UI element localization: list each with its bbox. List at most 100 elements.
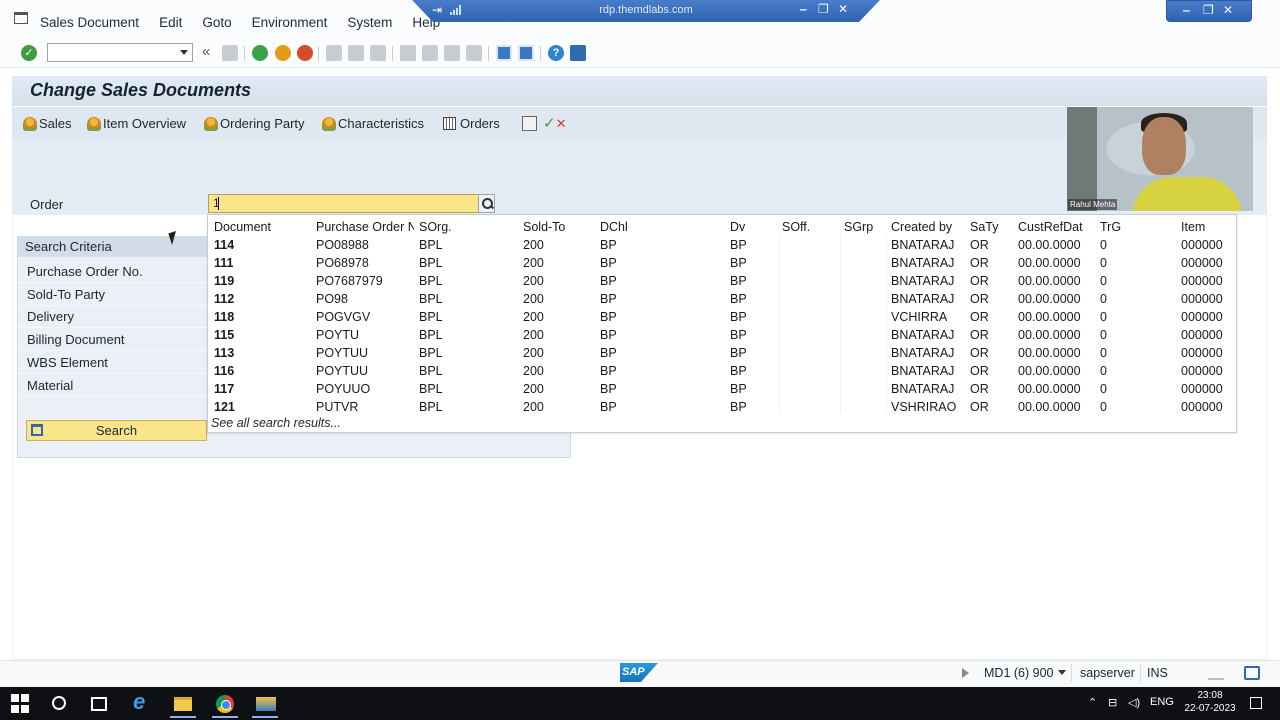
result-row[interactable]: 117 POYUUO BPL 200 BP BP BNATARAJ OR 00.00.0000 0… [208,379,1238,397]
windows-start-icon[interactable] [11,694,31,714]
criteria-purchase-order[interactable]: Purchase Order No. [18,261,208,283]
play-icon[interactable] [962,668,969,678]
restore-icon[interactable]: ❐ [818,2,829,16]
result-cell: 00.00.0000 [1018,364,1081,378]
collapse-icon[interactable]: « [202,43,218,60]
help-icon[interactable]: ? [548,45,564,61]
column-header[interactable]: Purchase Order N [316,220,414,234]
menu-system[interactable]: System [347,15,392,30]
shortcut-icon[interactable] [518,45,534,61]
result-cell: 000000 [1181,256,1223,270]
order-input[interactable]: 1 [208,194,480,213]
result-row[interactable]: 113 POYTUU BPL 200 BP BP BNATARAJ OR 00.00.0000 0… [208,343,1238,361]
result-row[interactable]: 119 PO7687979 BPL 200 BP BP BNATARAJ OR 00.00.00… [208,271,1238,289]
column-header[interactable]: SOrg. [419,220,452,234]
sales-button[interactable]: Sales [23,116,72,131]
exit-icon[interactable] [275,45,291,61]
chevron-down-icon[interactable] [1058,670,1066,675]
result-cell: 0 [1100,400,1107,414]
result-row[interactable]: 114 PO08988 BPL 200 BP BP BNATARAJ OR 00.00.0000… [208,235,1238,253]
result-cell: OR [970,382,989,396]
find-next-icon[interactable] [370,45,386,61]
menu-goto[interactable]: Goto [202,15,231,30]
back-icon[interactable] [252,45,268,61]
see-all-results-link[interactable]: See all search results... [211,416,341,430]
chevron-up-icon[interactable]: ⌃ [1088,696,1097,709]
print-icon[interactable] [326,45,342,61]
minimize-icon[interactable]: ‒ [1183,3,1190,17]
close-icon[interactable]: ✕ [1223,3,1233,17]
result-row[interactable]: 115 POYTU BPL 200 BP BP BNATARAJ OR 00.00.0000 0 0… [208,325,1238,343]
previous-page-icon[interactable] [422,45,438,61]
column-header[interactable]: SGrp [844,220,873,234]
menu-edit[interactable]: Edit [159,15,182,30]
window-controls: ‒ ❐ ✕ [1166,0,1252,22]
search-icon[interactable] [52,696,66,710]
restore-icon[interactable]: ❐ [1203,3,1214,17]
new-session-icon[interactable] [496,45,512,61]
minimize-icon[interactable]: ‒ [800,2,807,16]
close-icon[interactable]: ✕ [838,2,848,16]
characteristics-button[interactable]: Characteristics [322,116,424,131]
item-overview-button[interactable]: Item Overview [87,116,186,131]
criteria-sold-to-party[interactable]: Sold-To Party [18,284,208,306]
chevron-down-icon[interactable] [180,50,188,55]
column-header[interactable]: Sold-To [523,220,565,234]
column-header[interactable]: Item [1181,220,1205,234]
copy-icon[interactable] [522,116,537,131]
column-header[interactable]: TrG [1100,220,1121,234]
first-page-icon[interactable] [400,45,416,61]
criteria-material[interactable]: Material [18,375,208,397]
network-icon[interactable]: ⊟ [1108,696,1117,709]
find-icon[interactable] [348,45,364,61]
column-header[interactable]: SaTy [970,220,999,234]
internet-explorer-icon[interactable]: e [133,689,153,714]
criteria-billing-document[interactable]: Billing Document [18,329,208,351]
result-cell: VSHRIRAO [891,400,957,414]
criteria-wbs-element[interactable]: WBS Element [18,352,208,374]
result-row[interactable]: 118 POGVGV BPL 200 BP BP VCHIRRA OR 00.00.0000 0 0… [208,307,1238,325]
enter-icon[interactable]: ✓ [21,45,37,61]
notification-icon[interactable] [1250,697,1262,709]
result-cell: PUTVR [316,400,359,414]
column-header[interactable]: CustRefDat [1018,220,1083,234]
save-icon[interactable] [222,45,238,61]
check-delete-icon[interactable]: ✓✕ [543,114,566,132]
file-explorer-icon[interactable] [174,697,192,711]
menu-icon[interactable] [14,12,28,24]
results-header: Document Purchase Order N SOrg. Sold-To DChl… [208,217,1238,235]
lock-icon[interactable] [1244,666,1260,680]
input-mode[interactable]: INS [1147,666,1168,680]
ordering-party-button[interactable]: Ordering Party [204,116,305,131]
result-row[interactable]: 116 POYTUU BPL 200 BP BP BNATARAJ OR 00.00.0000 0… [208,361,1238,379]
task-view-icon[interactable] [91,697,107,711]
orders-button[interactable]: Orders [443,116,500,131]
next-page-icon[interactable] [444,45,460,61]
cancel-icon[interactable] [297,45,313,61]
binoculars-icon [31,424,43,436]
command-field[interactable] [47,43,193,62]
result-row[interactable]: 112 PO98 BPL 200 BP BP BNATARAJ OR 00.00.0000 0 00… [208,289,1238,307]
menu-environment[interactable]: Environment [252,15,328,30]
chrome-icon[interactable] [216,695,234,713]
column-header[interactable]: Created by [891,220,952,234]
column-header[interactable]: Document [214,220,271,234]
menu-sales-document[interactable]: Sales Document [40,15,139,30]
result-row[interactable]: 111 PO68978 BPL 200 BP BP BNATARAJ OR 00.00.0000… [208,253,1238,271]
column-header[interactable]: SOff. [782,220,810,234]
result-cell: OR [970,256,989,270]
webcam-name: Rahul Mehta [1068,199,1118,210]
sap-logon-icon[interactable] [256,697,276,711]
criteria-delivery[interactable]: Delivery [18,306,208,328]
search-help-icon[interactable] [478,194,495,213]
column-header[interactable]: DChl [600,220,628,234]
result-row[interactable]: 121 PUTVR BPL 200 BP BP VSHRIRAO OR 00.00.0000 0 0… [208,397,1238,415]
result-cell: PO7687979 [316,274,383,288]
clock[interactable]: 23:08 22-07-2023 [1180,689,1240,715]
layout-menu-icon[interactable] [570,45,586,61]
search-button[interactable]: Search [26,420,207,441]
language-indicator[interactable]: ENG [1150,696,1174,708]
volume-icon[interactable]: ◁) [1128,696,1140,709]
column-header[interactable]: Dv [730,220,745,234]
last-page-icon[interactable] [466,45,482,61]
